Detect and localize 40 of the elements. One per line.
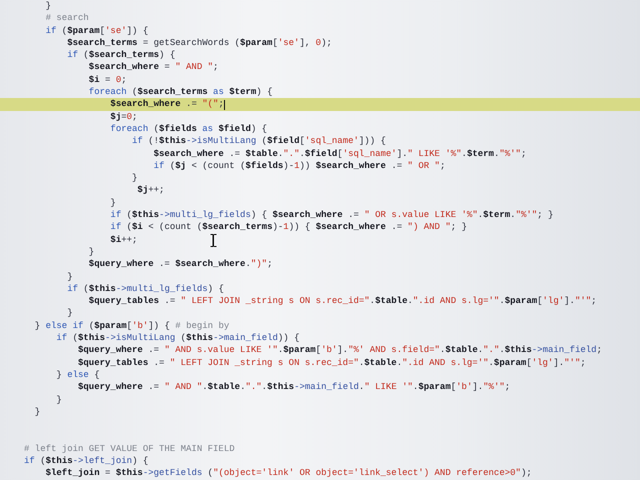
code-line: if (!$this->isMultiLang ($field['sql_name'])) {: [131, 135, 386, 148]
code-line: $j++;: [136, 184, 164, 197]
code-line: if ($i < (count ($search_terms)-1)) { $search_where .= ") AND "; }: [109, 221, 467, 234]
code-line: $search_where .= "(";: [109, 98, 224, 111]
code-line: if ($this->left_join) {: [24, 454, 148, 468]
code-line: if ($j < (count ($fields)-1)) $search_where .= " OR ";: [152, 160, 446, 172]
code-line: $left_join = $this->getFields ("(object='link' OR object='link_select') AND reference>0");: [44, 467, 532, 480]
code-line: $j=0;: [109, 110, 138, 123]
code-line: }: [34, 406, 40, 418]
code-line: } else {: [55, 368, 100, 382]
code-line: foreach ($search_terms as $term) {: [88, 86, 272, 98]
code-line: if ($param['se']) {: [44, 24, 148, 37]
i-beam-cursor-icon: [210, 234, 217, 247]
code-line: if ($search_terms) {: [66, 49, 176, 62]
code-editor[interactable]: [0, 0, 640, 480]
code-line: $query_where .= " AND ".$table.".".$this->main_field." LIKE '".$param['b']."%'";: [77, 381, 510, 394]
code-line: $search_terms = getSearchWords ($param['se'], 0);: [66, 36, 332, 50]
code-line: $query_where .= " AND s.value LIKE '".$param['b']."%' AND s.field=".$table.".".$this->main_field;: [77, 344, 602, 357]
code-line: $query_tables .= " LEFT JOIN _string s ON s.rec_id=".$table.".id AND s.lg='".$param['lg']."'";: [77, 356, 586, 369]
code-line: $search_where = " AND ";: [88, 61, 218, 74]
code-line: foreach ($fields as $field) {: [109, 122, 268, 136]
code-line: $i++;: [109, 234, 138, 246]
code-line: }: [131, 172, 138, 184]
code-line: $search_where .= $table.".".$field['sql_name']." LIKE '%".$term."%'";: [152, 148, 526, 160]
code-line: $i = 0;: [88, 74, 127, 86]
code-line: } else if ($param['b']) { # begin by: [34, 320, 230, 332]
code-line: # search: [44, 12, 89, 25]
code-line: if ($this->multi_lg_fields) {: [66, 282, 224, 296]
code-line: }: [109, 196, 116, 210]
code-line: if ($this->multi_lg_fields) { $search_where .= " OR s.value LIKE '%".$term."%'"; }: [109, 209, 554, 222]
code-line: }: [44, 0, 52, 12]
code-line: $query_where .= $search_where.")";: [88, 258, 272, 271]
code-line: if ($this->isMultiLang ($this->main_field)) {: [55, 332, 300, 344]
code-line: $query_tables .= " LEFT JOIN _string s ON s.rec_id=".$table.".id AND s.lg='".$param['lg']."'";: [88, 295, 597, 308]
code-line: }: [88, 246, 94, 258]
code-line: }: [55, 394, 62, 406]
text-cursor-icon: [224, 100, 225, 110]
code-line: }: [66, 307, 73, 320]
code-line: # left join GET VALUE OF THE MAIN FIELD: [24, 442, 235, 455]
code-line: }: [66, 270, 73, 283]
